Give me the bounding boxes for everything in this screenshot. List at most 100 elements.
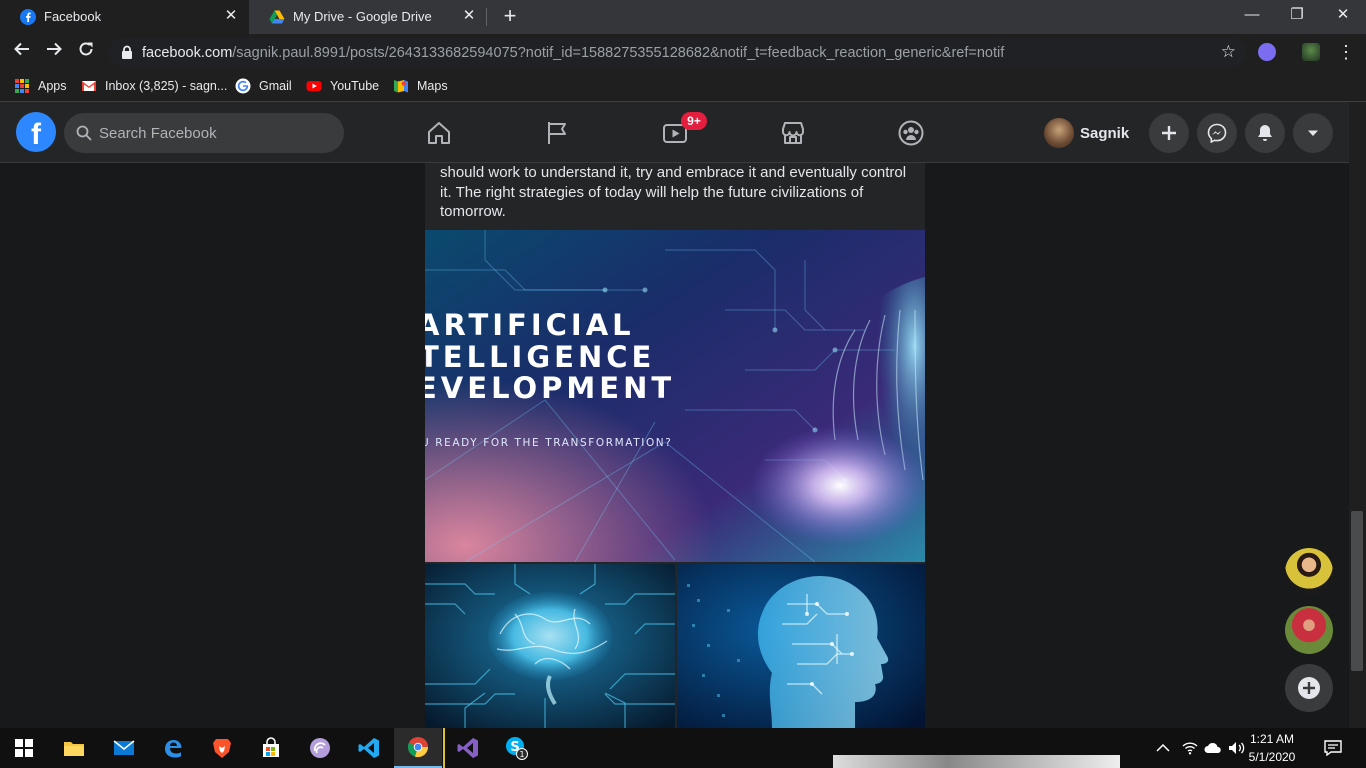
brain-circuit-graphic	[425, 564, 675, 728]
facebook-favicon-icon	[20, 9, 36, 25]
bookmark-gmail[interactable]: Gmail	[235, 77, 292, 95]
url-path: /sagnik.paul.8991/posts/2643133682594075…	[232, 45, 1005, 61]
url-text: facebook.com/sagnik.paul.8991/posts/2643…	[142, 45, 1004, 61]
bookmark-apps[interactable]: Apps	[14, 77, 67, 95]
torrent-client-icon	[310, 738, 330, 758]
onedrive-status[interactable]	[1204, 728, 1222, 768]
add-circle-icon	[1298, 677, 1320, 699]
groups-icon	[898, 120, 924, 146]
vscode-button[interactable]	[345, 728, 393, 768]
forward-button[interactable]	[42, 40, 66, 64]
mail-button[interactable]	[100, 728, 148, 768]
tab-facebook[interactable]: Facebook ✕	[0, 0, 249, 34]
plus-icon	[1162, 126, 1176, 140]
ai-poster-graphic: ARTIFICIAL TELLIGENCE EVELOPMENT U READY…	[425, 230, 925, 562]
profile-avatar[interactable]	[1302, 43, 1320, 61]
browser-toolbar: facebook.com/sagnik.paul.8991/posts/2643…	[0, 34, 1366, 71]
watch-notification-badge: 9+	[681, 112, 707, 130]
url-host: facebook.com	[142, 45, 233, 61]
poster-tagline: U READY FOR THE TRANSFORMATION?	[425, 437, 672, 449]
messenger-icon	[1207, 123, 1227, 143]
address-bar[interactable]: facebook.com/sagnik.paul.8991/posts/2643…	[108, 38, 1246, 67]
store-bag-icon	[263, 737, 279, 757]
show-hidden-icons-button[interactable]	[1156, 728, 1170, 768]
close-window-icon[interactable]: ✕	[1331, 4, 1355, 26]
page-scrollbar-thumb[interactable]	[1351, 511, 1363, 671]
restore-icon[interactable]: ❐	[1285, 4, 1309, 26]
system-clock[interactable]: 1:21 AM 5/1/2020	[1248, 730, 1296, 766]
new-tab-button[interactable]: +	[498, 5, 522, 29]
close-tab-icon[interactable]: ✕	[459, 6, 479, 26]
edge-button[interactable]	[149, 728, 197, 768]
cloud-icon	[1204, 742, 1221, 753]
digital-head-graphic	[677, 564, 925, 728]
bookmark-star-icon[interactable]: ☆	[1221, 42, 1236, 62]
start-button[interactable]	[0, 728, 48, 768]
store-button[interactable]	[247, 728, 295, 768]
notifications-button[interactable]	[1245, 113, 1285, 153]
bookmark-label: Gmail	[259, 79, 292, 93]
window-preview-strip	[833, 755, 1120, 768]
home-tab[interactable]	[409, 112, 469, 154]
google-icon	[235, 78, 251, 94]
windows-logo-icon	[15, 739, 33, 757]
flag-icon	[548, 122, 566, 144]
gmail-icon	[82, 81, 96, 91]
volume-status[interactable]	[1228, 728, 1246, 768]
skype-icon: S1	[506, 737, 528, 760]
brave-button[interactable]	[198, 728, 246, 768]
action-center-button[interactable]	[1324, 728, 1342, 768]
profile-link[interactable]: Sagnik	[1044, 117, 1129, 149]
contact-chat-head[interactable]	[1285, 548, 1333, 596]
poster-line2: TELLIGENCE	[425, 340, 655, 374]
post-image-digital-head[interactable]	[677, 564, 925, 728]
search-box[interactable]	[64, 113, 344, 153]
clock-date: 5/1/2020	[1248, 750, 1296, 764]
bookmark-label: Apps	[38, 79, 67, 93]
skype-button[interactable]: S1	[492, 728, 540, 768]
file-explorer-button[interactable]	[50, 728, 98, 768]
torrent-app-button[interactable]	[296, 728, 344, 768]
post-image-ai-development[interactable]: ARTIFICIAL TELLIGENCE EVELOPMENT U READY…	[425, 230, 925, 562]
bookmark-label: YouTube	[330, 79, 380, 93]
bookmark-inbox[interactable]: Inbox (3,825) - sagn...	[81, 77, 227, 95]
tab-google-drive[interactable]: My Drive - Google Drive ✕	[249, 0, 487, 34]
account-menu-button[interactable]	[1293, 113, 1333, 153]
messenger-button[interactable]	[1197, 113, 1237, 153]
minimize-icon[interactable]: —	[1240, 4, 1264, 26]
brave-lion-icon	[213, 739, 231, 758]
marketplace-tab[interactable]	[763, 112, 823, 154]
chrome-button[interactable]	[394, 728, 442, 768]
groups-tab[interactable]	[881, 112, 941, 154]
reload-icon	[79, 42, 93, 56]
back-arrow-icon	[14, 42, 29, 56]
facebook-logo[interactable]: f	[16, 112, 56, 152]
chrome-menu-icon[interactable]: ⋮	[1334, 40, 1358, 64]
extension-check-icon[interactable]	[1258, 43, 1276, 61]
visual-studio-button[interactable]	[443, 728, 491, 768]
vscode-icon	[358, 738, 379, 758]
caret-down-icon	[1308, 130, 1318, 136]
marketplace-store-icon	[782, 122, 804, 144]
tab-separator	[486, 8, 487, 26]
search-icon	[76, 125, 92, 141]
new-message-button[interactable]	[1285, 664, 1333, 712]
wifi-status[interactable]	[1182, 728, 1198, 768]
contact-chat-head[interactable]	[1285, 606, 1333, 654]
tab-title: My Drive - Google Drive	[293, 9, 432, 24]
create-button[interactable]	[1149, 113, 1189, 153]
pages-tab[interactable]	[527, 112, 587, 154]
search-input[interactable]	[99, 113, 329, 153]
bell-icon	[1258, 125, 1272, 141]
back-button[interactable]	[10, 40, 34, 64]
close-tab-icon[interactable]: ✕	[221, 6, 241, 26]
maps-icon	[394, 80, 408, 93]
post-text: should work to understand it, try and em…	[440, 164, 907, 220]
reload-button[interactable]	[74, 40, 98, 64]
google-drive-favicon-icon	[269, 10, 285, 24]
poster-line1: ARTIFICIAL	[425, 308, 635, 342]
bookmark-youtube[interactable]: YouTube	[306, 77, 379, 95]
bookmark-maps[interactable]: Maps	[393, 77, 448, 95]
profile-name: Sagnik	[1080, 124, 1130, 142]
post-image-brain-circuit[interactable]	[425, 564, 675, 728]
